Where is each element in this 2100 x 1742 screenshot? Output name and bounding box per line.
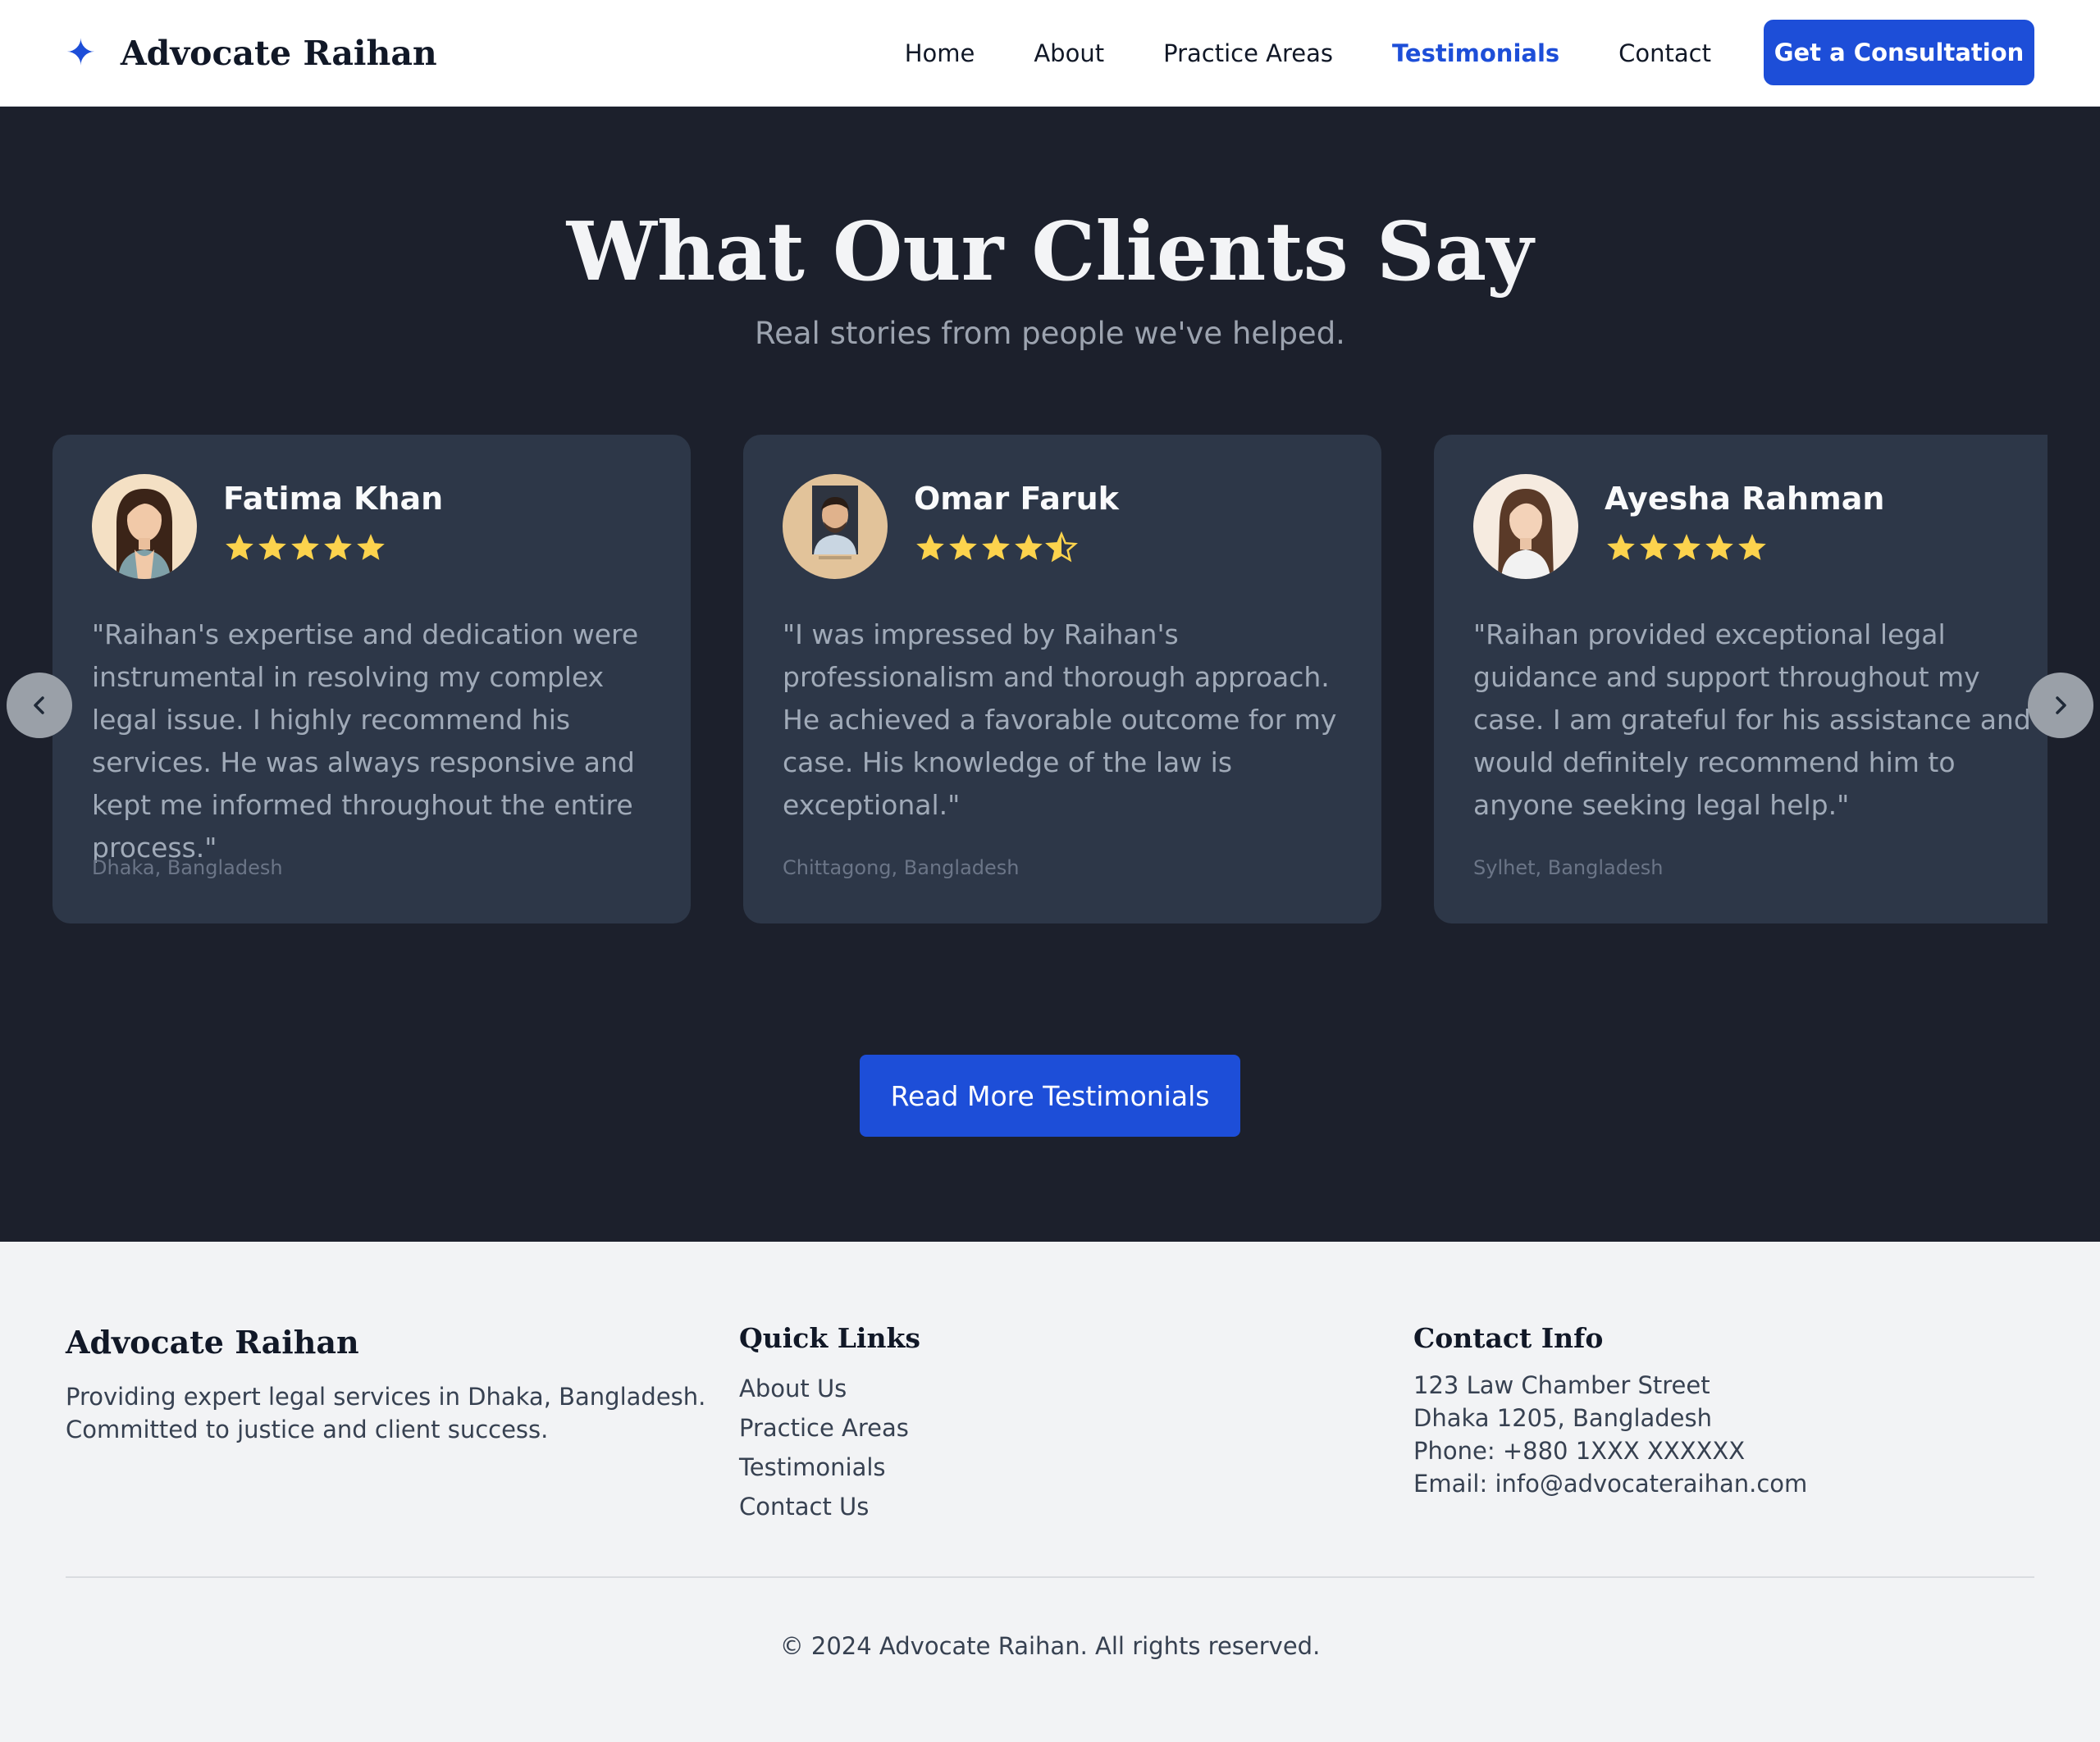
star-full-icon bbox=[226, 534, 253, 560]
star-full-icon bbox=[1607, 534, 1635, 560]
testimonial-card: Ayesha Rahman "Raihan provided exception… bbox=[1434, 435, 2048, 923]
testimonial-carousel: Fatima Khan "Raihan's expertise and dedi… bbox=[52, 435, 2048, 927]
get-consultation-button[interactable]: Get a Consultation bbox=[1764, 20, 2034, 85]
brand-name: Advocate Raihan bbox=[120, 34, 437, 73]
footer-link-practice-areas[interactable]: Practice Areas bbox=[739, 1408, 920, 1448]
footer-link-testimonials[interactable]: Testimonials bbox=[739, 1448, 920, 1487]
star-full-icon bbox=[1673, 534, 1701, 560]
carousel-prev-button[interactable] bbox=[7, 673, 72, 738]
star-full-icon bbox=[1640, 534, 1668, 560]
client-name: Omar Faruk bbox=[914, 481, 1119, 517]
footer-divider bbox=[66, 1576, 2034, 1578]
top-navbar: ✦ Advocate Raihan Home About Practice Ar… bbox=[0, 0, 2100, 107]
footer-about-line: Providing expert legal services in Dhaka… bbox=[66, 1383, 706, 1411]
footer-link-about-us[interactable]: About Us bbox=[739, 1369, 920, 1408]
footer-quick-links-title: Quick Links bbox=[739, 1322, 920, 1354]
testimonial-quote: "I was impressed by Raihan's professiona… bbox=[783, 618, 1337, 821]
footer-quick-links: Quick Links About Us Practice Areas Test… bbox=[739, 1322, 920, 1526]
nav-link-about[interactable]: About bbox=[1034, 39, 1104, 67]
footer-about-line: Committed to justice and client success. bbox=[66, 1416, 549, 1443]
star-full-icon bbox=[324, 534, 352, 560]
star-rating bbox=[223, 531, 387, 564]
star-full-icon bbox=[291, 534, 319, 560]
star-full-icon bbox=[1738, 534, 1766, 560]
star-full-icon bbox=[982, 534, 1010, 560]
testimonial-quote: "Raihan provided exceptional legal guida… bbox=[1473, 618, 2031, 821]
contact-phone: Phone: +880 1XXX XXXXXX bbox=[1413, 1437, 1746, 1465]
carousel-next-button[interactable] bbox=[2028, 673, 2093, 738]
chevron-left-icon bbox=[34, 696, 44, 714]
chevron-right-icon bbox=[2056, 696, 2066, 714]
nav-link-practice-areas[interactable]: Practice Areas bbox=[1163, 39, 1333, 67]
nav-link-contact[interactable]: Contact bbox=[1618, 39, 1711, 67]
contact-address-line: 123 Law Chamber Street bbox=[1413, 1371, 1710, 1399]
client-name: Ayesha Rahman bbox=[1605, 481, 1885, 517]
avatar bbox=[783, 474, 888, 579]
star-full-icon bbox=[949, 534, 977, 560]
nav-link-home[interactable]: Home bbox=[905, 39, 975, 67]
star-full-icon bbox=[916, 534, 944, 560]
contact-city-line: Dhaka 1205, Bangladesh bbox=[1413, 1404, 1713, 1432]
star-full-icon bbox=[258, 534, 286, 560]
contact-email: Email: info@advocateraihan.com bbox=[1413, 1470, 1808, 1498]
client-location: Chittagong, Bangladesh bbox=[783, 856, 1020, 879]
star-full-icon bbox=[357, 534, 385, 560]
client-location: Dhaka, Bangladesh bbox=[92, 856, 283, 879]
testimonial-quote: "Raihan's expertise and dedication were … bbox=[92, 618, 639, 864]
client-name: Fatima Khan bbox=[223, 481, 444, 517]
section-title: What Our Clients Say bbox=[566, 205, 1534, 299]
testimonial-card: Fatima Khan "Raihan's expertise and dedi… bbox=[52, 435, 691, 923]
client-location: Sylhet, Bangladesh bbox=[1473, 856, 1664, 879]
sparkle-icon: ✦ bbox=[66, 32, 96, 74]
footer-link-contact-us[interactable]: Contact Us bbox=[739, 1487, 920, 1526]
star-rating bbox=[1605, 531, 1769, 564]
avatar bbox=[92, 474, 197, 579]
star-rating bbox=[914, 531, 1078, 564]
copyright: © 2024 Advocate Raihan. All rights reser… bbox=[779, 1632, 1321, 1660]
star-full-icon bbox=[1015, 534, 1043, 560]
main-menu: Home About Practice Areas Testimonials C… bbox=[846, 0, 1711, 107]
footer-contact-title: Contact Info bbox=[1413, 1322, 1604, 1354]
testimonials-section: What Our Clients Say Real stories from p… bbox=[0, 107, 2100, 1242]
footer-brand: Advocate Raihan bbox=[66, 1324, 359, 1361]
testimonial-card: Omar Faruk "I was impressed by Raihan's … bbox=[743, 435, 1381, 923]
nav-link-testimonials[interactable]: Testimonials bbox=[1392, 39, 1559, 67]
star-half-icon bbox=[1045, 531, 1078, 563]
footer-contact: Contact Info 123 Law Chamber Street Dhak… bbox=[1413, 1322, 1807, 1500]
read-more-testimonials-button[interactable]: Read More Testimonials bbox=[860, 1055, 1240, 1137]
brand[interactable]: ✦ Advocate Raihan bbox=[66, 0, 437, 107]
section-subtitle: Real stories from people we've helped. bbox=[755, 316, 1345, 351]
star-full-icon bbox=[1705, 534, 1733, 560]
footer-about: Advocate Raihan Providing expert legal s… bbox=[66, 1324, 705, 1446]
avatar bbox=[1473, 474, 1578, 579]
footer: Advocate Raihan Providing expert legal s… bbox=[0, 1242, 2100, 1742]
